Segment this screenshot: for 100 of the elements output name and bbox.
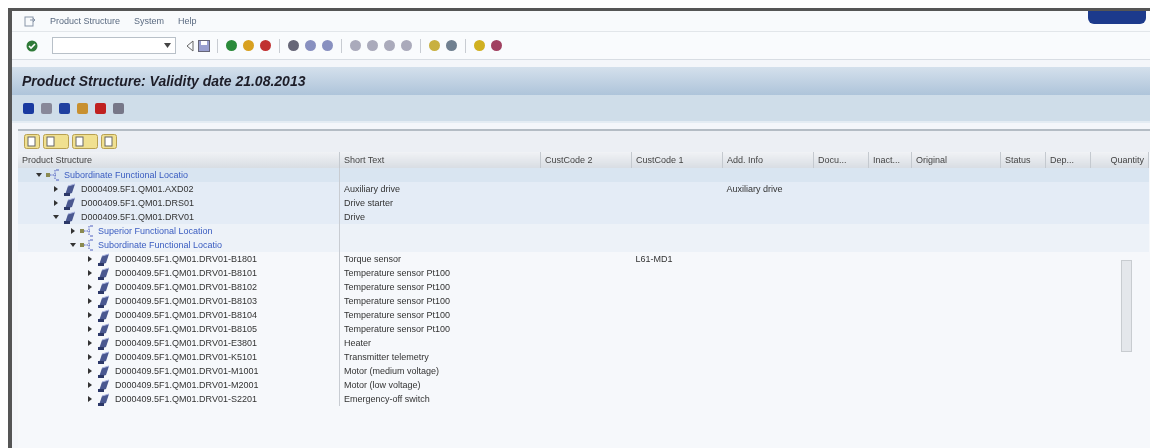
tree-node-label[interactable]: D000409.5F1.QM01.DRV01-M1001 — [115, 366, 259, 376]
grid-toolbar-icon[interactable] — [43, 134, 69, 149]
equipment-icon — [63, 196, 77, 210]
column-header[interactable]: Dep... — [1045, 152, 1091, 168]
collapse-arrow-icon[interactable] — [36, 172, 42, 178]
tree-node-label[interactable]: D000409.5F1.QM01.DRV01-K5101 — [115, 352, 257, 362]
grid-toolbar-icon[interactable] — [101, 134, 117, 149]
menu-item[interactable]: Product Structure — [50, 16, 121, 26]
equipment-icon — [97, 322, 111, 336]
expand-arrow-icon[interactable] — [70, 228, 76, 234]
tree-node-label[interactable]: D000409.5F1.QM01.DRV01-B1801 — [115, 254, 257, 264]
toolbar-icon[interactable] — [321, 39, 334, 52]
tree-node-label[interactable]: D000409.5F1.QM01.DRS01 — [81, 198, 195, 208]
column-header[interactable]: Quantity — [1090, 152, 1149, 168]
toolbar-icon[interactable] — [58, 101, 71, 115]
column-header[interactable]: Original — [911, 152, 1001, 168]
tree-node-label[interactable]: Subordinate Functional Locatio — [98, 240, 223, 250]
table-cell: Temperature sensor Pt100 — [344, 296, 451, 306]
expand-arrow-icon[interactable] — [87, 298, 93, 304]
menu-item[interactable]: Help — [178, 16, 197, 26]
expand-arrow-icon[interactable] — [87, 340, 93, 346]
toolbar-icon[interactable] — [287, 39, 300, 52]
table-cell: Motor (low voltage) — [344, 380, 421, 390]
equipment-icon — [97, 364, 111, 378]
toolbar-icon[interactable] — [94, 101, 107, 115]
dropdown-icon[interactable] — [164, 43, 171, 48]
expand-arrow-icon[interactable] — [87, 256, 93, 262]
column-header[interactable]: Status — [1000, 152, 1046, 168]
tree-node-label[interactable]: D000409.5F1.QM01.AXD02 — [81, 184, 194, 194]
save-icon[interactable] — [198, 39, 210, 52]
expand-arrow-icon[interactable] — [87, 312, 93, 318]
app-menu-icon[interactable] — [24, 15, 36, 27]
equipment-icon — [97, 266, 111, 280]
column-header[interactable]: Docu... — [813, 152, 869, 168]
back-icon[interactable] — [186, 39, 194, 52]
tree-node-label[interactable]: D000409.5F1.QM01.DRV01-B8101 — [115, 268, 257, 278]
table-cell: Auxiliary drive — [726, 184, 783, 194]
equipment-icon — [97, 308, 111, 322]
window-controls[interactable] — [1088, 11, 1146, 24]
column-header[interactable]: CustCode 1 — [631, 152, 723, 168]
table-cell: Heater — [344, 338, 371, 348]
menu-item[interactable]: System — [134, 16, 165, 26]
column-header[interactable]: Inact... — [868, 152, 912, 168]
collapse-arrow-icon[interactable] — [70, 242, 76, 248]
confirm-icon[interactable] — [26, 39, 38, 52]
table-cell: Motor (medium voltage) — [344, 366, 440, 376]
column-header[interactable]: Product Structure — [18, 152, 340, 168]
hierarchy-icon — [46, 169, 60, 181]
table-cell: Temperature sensor Pt100 — [344, 310, 451, 320]
grid-toolbar-icon[interactable] — [72, 134, 98, 149]
screen-title: Product Structure: Validity date 21.08.2013 — [22, 73, 306, 89]
expand-arrow-icon[interactable] — [87, 354, 93, 360]
tree-node-label[interactable]: Subordinate Functional Locatio — [64, 170, 189, 180]
table-cell: Drive starter — [344, 198, 393, 208]
equipment-icon — [97, 392, 111, 406]
expand-arrow-icon[interactable] — [87, 284, 93, 290]
equipment-icon — [97, 294, 111, 308]
column-header[interactable]: Short Text — [339, 152, 541, 168]
scrollbar[interactable] — [1121, 260, 1132, 352]
equipment-icon — [97, 378, 111, 392]
column-header[interactable]: Add. Info — [722, 152, 814, 168]
grid-toolbar-icon[interactable] — [24, 134, 40, 149]
tree-node-label[interactable]: D000409.5F1.QM01.DRV01-S2201 — [115, 394, 257, 404]
table-cell: Transmitter telemetry — [344, 352, 429, 362]
hierarchy-icon — [80, 239, 94, 251]
toolbar-icon[interactable] — [304, 39, 317, 52]
table-cell: Temperature sensor Pt100 — [344, 282, 451, 292]
tree-node-label[interactable]: Superior Functional Location — [98, 226, 213, 236]
collapse-arrow-icon[interactable] — [53, 214, 59, 220]
table-cell: Temperature sensor Pt100 — [344, 268, 451, 278]
command-field[interactable] — [52, 37, 176, 54]
toolbar-icon[interactable] — [490, 39, 503, 52]
toolbar-icon[interactable] — [445, 39, 458, 52]
table-cell: Emergency-off switch — [344, 394, 430, 404]
tree-node-label[interactable]: D000409.5F1.QM01.DRV01 — [81, 212, 194, 222]
tree-node-label[interactable]: D000409.5F1.QM01.DRV01-E3801 — [115, 338, 257, 348]
table-cell: Drive — [344, 212, 365, 222]
tree-node-label[interactable]: D000409.5F1.QM01.DRV01-M2001 — [115, 380, 259, 390]
expand-arrow-icon[interactable] — [53, 200, 59, 206]
expand-arrow-icon[interactable] — [87, 270, 93, 276]
table-cell: Torque sensor — [344, 254, 402, 264]
expand-arrow-icon[interactable] — [87, 368, 93, 374]
table-cell: Auxiliary drive — [344, 184, 401, 194]
equipment-icon — [97, 336, 111, 350]
expand-arrow-icon[interactable] — [87, 382, 93, 388]
tree-node-label[interactable]: D000409.5F1.QM01.DRV01-B8102 — [115, 282, 257, 292]
expand-arrow-icon[interactable] — [87, 326, 93, 332]
column-header[interactable]: CustCode 2 — [540, 152, 632, 168]
toolbar-icon[interactable] — [22, 101, 35, 115]
tree-node-label[interactable]: D000409.5F1.QM01.DRV01-B8104 — [115, 310, 257, 320]
tree-node-label[interactable]: D000409.5F1.QM01.DRV01-B8103 — [115, 296, 257, 306]
equipment-icon — [63, 182, 77, 196]
equipment-icon — [97, 252, 111, 266]
toolbar-icon[interactable] — [259, 39, 272, 52]
toolbar-icon[interactable] — [112, 101, 125, 115]
equipment-icon — [97, 350, 111, 364]
expand-arrow-icon[interactable] — [53, 186, 59, 192]
tree-node-label[interactable]: D000409.5F1.QM01.DRV01-B8105 — [115, 324, 257, 334]
expand-arrow-icon[interactable] — [87, 396, 93, 402]
toolbar-icon[interactable] — [225, 39, 238, 52]
